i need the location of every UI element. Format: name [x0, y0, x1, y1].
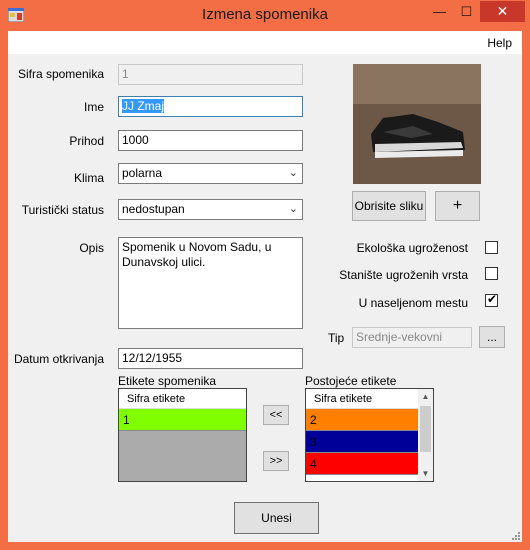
- prihod-label: Prihod: [69, 134, 104, 148]
- prihod-field[interactable]: 1000: [118, 130, 303, 151]
- menu-bar: Help: [8, 31, 522, 54]
- klima-value: polarna: [122, 166, 163, 180]
- datum-field[interactable]: 12/12/1955: [118, 348, 303, 369]
- minimize-button[interactable]: —: [426, 1, 453, 22]
- assigned-tags-title: Etikete spomenika: [118, 374, 217, 388]
- scroll-thumb[interactable]: [420, 406, 431, 452]
- checkmark-icon: ✔: [487, 292, 498, 306]
- scroll-up-icon[interactable]: ▲: [418, 389, 433, 404]
- sifra-field[interactable]: 1: [118, 64, 303, 85]
- opis-label: Opis: [79, 241, 104, 255]
- available-tags-scrollbar[interactable]: ▲ ▼: [418, 389, 433, 481]
- sifra-label: Sifra spomenika: [17, 67, 104, 81]
- resize-grip-icon[interactable]: [510, 530, 520, 540]
- ime-value: JJ Zmaj: [122, 99, 164, 113]
- ime-field[interactable]: JJ Zmaj: [118, 96, 303, 117]
- chevron-down-icon: ⌄: [288, 167, 298, 179]
- datum-label: Datum otkrivanja: [13, 352, 104, 366]
- klima-label: Klima: [73, 171, 104, 185]
- checkbox-naseljeno[interactable]: ✔: [485, 292, 498, 307]
- title-bar[interactable]: Izmena spomenika — ☐ ✕: [0, 0, 530, 31]
- checkbox-staniste-label: Stanište ugroženih vrsta: [339, 268, 468, 282]
- checkbox-ekoloska[interactable]: [485, 241, 498, 254]
- turisticki-status-value: nedostupan: [122, 202, 185, 216]
- available-tags-header: Sifra etikete: [306, 389, 418, 409]
- turisticki-status-label: Turistički status: [21, 203, 104, 217]
- tip-browse-button[interactable]: ...: [479, 326, 505, 348]
- assigned-tags-grid[interactable]: Sifra etikete 1: [118, 388, 247, 482]
- tip-field[interactable]: Srednje-vekovni: [352, 327, 472, 348]
- photo-shoe-image: [353, 64, 481, 184]
- checkbox-ekoloska-label: Ekološka ugroženost: [356, 241, 468, 255]
- submit-button[interactable]: Unesi: [234, 502, 319, 534]
- form-body: Help Sifra spomenika 1 Ime JJ Zmaj Priho…: [8, 31, 522, 542]
- table-row[interactable]: 1: [119, 409, 246, 431]
- klima-dropdown[interactable]: polarna ⌄: [118, 163, 303, 184]
- move-left-button[interactable]: <<: [263, 405, 289, 425]
- monument-photo: [353, 64, 481, 184]
- menu-help[interactable]: Help: [487, 36, 512, 50]
- checkbox-staniste[interactable]: [485, 267, 498, 280]
- table-row[interactable]: 2: [306, 409, 418, 431]
- ime-label: Ime: [83, 100, 104, 114]
- opis-field[interactable]: Spomenik u Novom Sadu, u Dunavskoj ulici…: [118, 237, 303, 329]
- move-right-button[interactable]: >>: [263, 451, 289, 471]
- table-row[interactable]: 4: [306, 453, 418, 475]
- close-button[interactable]: ✕: [480, 1, 525, 22]
- table-row[interactable]: 3: [306, 431, 418, 453]
- available-tags-grid[interactable]: Sifra etikete 2 3 4 ▲ ▼: [305, 388, 434, 482]
- add-image-button[interactable]: +: [435, 191, 480, 221]
- chevron-down-icon: ⌄: [288, 203, 298, 215]
- assigned-tags-header: Sifra etikete: [119, 389, 246, 409]
- maximize-button[interactable]: ☐: [453, 1, 480, 22]
- checkbox-naseljeno-label: U naseljenom mestu: [358, 296, 468, 310]
- turisticki-status-dropdown[interactable]: nedostupan ⌄: [118, 199, 303, 220]
- remove-image-button[interactable]: Obrisite sliku: [352, 191, 426, 221]
- available-tags-title: Postojeće etikete: [305, 374, 397, 388]
- app-window: Izmena spomenika — ☐ ✕ Help Sifra spomen…: [0, 0, 530, 550]
- scroll-down-icon[interactable]: ▼: [418, 466, 433, 481]
- tip-label: Tip: [328, 331, 345, 345]
